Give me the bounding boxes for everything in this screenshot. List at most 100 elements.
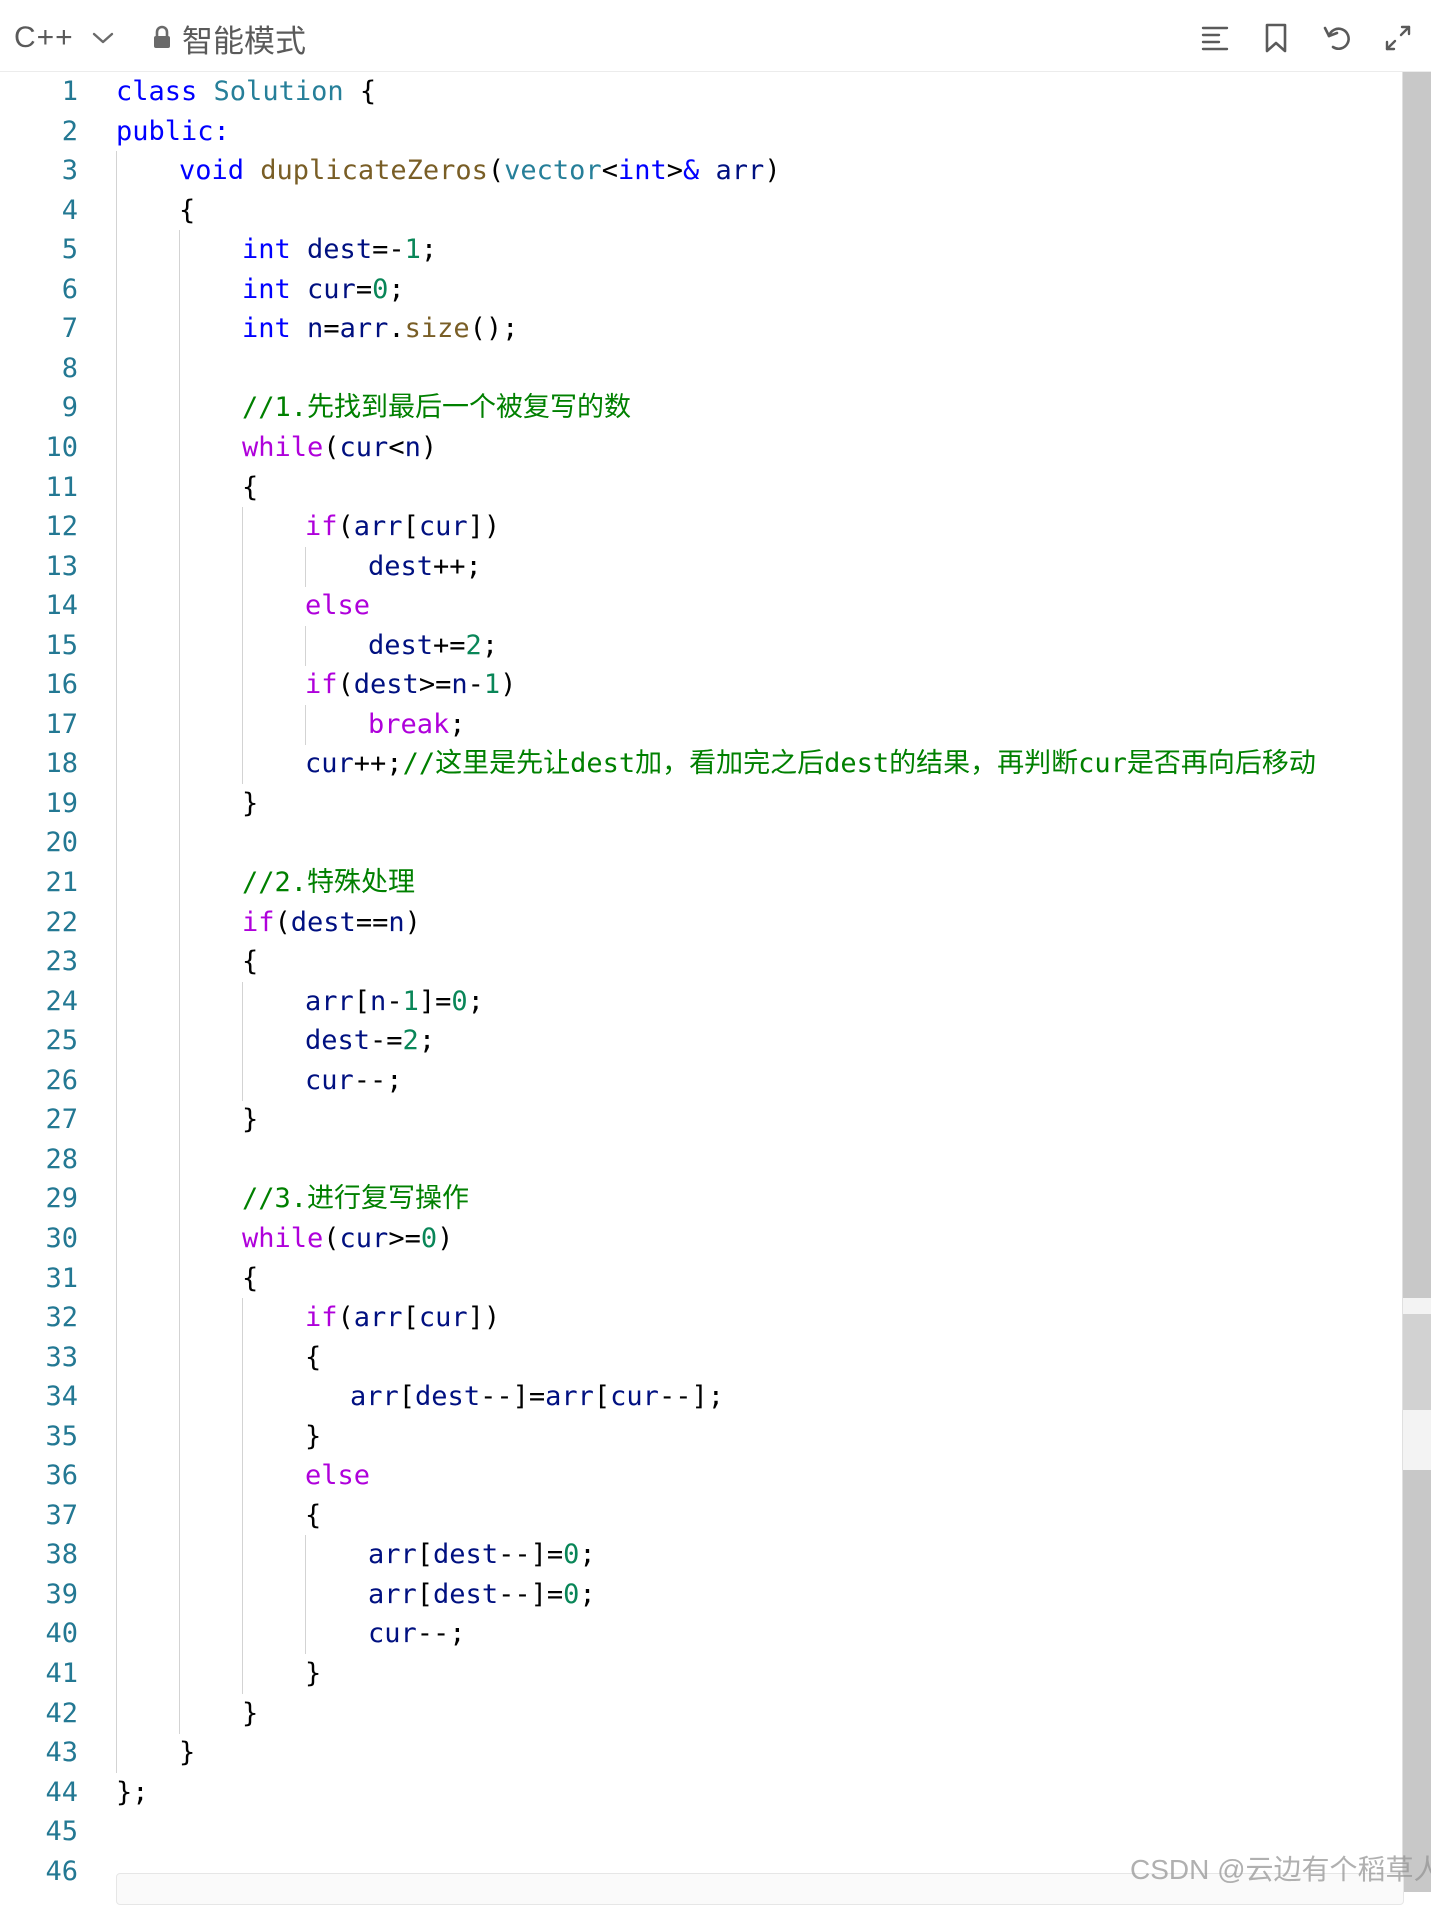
code-line[interactable]: 29 //3.进行复写操作 [0,1179,1402,1220]
code-token: -= [370,1025,403,1057]
indent-guide [242,1614,243,1655]
code-token: - [467,669,484,701]
code-line[interactable]: 44}; [0,1773,1402,1813]
line-number: 2 [61,115,78,147]
indent-guide [116,348,117,389]
line-number: 25 [45,1025,78,1057]
indent-guide [179,467,180,508]
code-line[interactable]: 23 { [0,942,1402,983]
indent-guide [179,1495,180,1536]
indent-guide [116,1416,117,1457]
code-line[interactable]: 38 arr[dest--]=0; [0,1535,1402,1576]
indent-guide [116,823,117,864]
indent-guide [116,1021,117,1062]
expand-icon[interactable] [1378,18,1418,58]
line-number: 7 [61,313,78,345]
code-token: (); [469,313,519,345]
code-line[interactable]: 1 class Solution { [0,72,1402,112]
line-number: 31 [45,1262,78,1294]
code-token: } [242,787,259,819]
code-token: else [305,590,371,622]
code-line[interactable]: 25 dest-=2; [0,1021,1402,1062]
code-line[interactable]: 7 int n=arr.size(); [0,309,1402,350]
code-line[interactable]: 43} [0,1733,1402,1774]
code-token: ]) [467,511,501,543]
indent-guide [179,981,180,1022]
code-token: - [386,985,403,1017]
code-token: ]= [418,985,452,1017]
line-number: 1 [61,76,78,107]
code-line[interactable]: 45 [0,1812,1402,1852]
code-line[interactable]: 5 int dest=-1; [0,230,1402,271]
code-line[interactable]: 14 else [0,586,1402,627]
code-line[interactable]: 20 [0,823,1402,864]
code-line[interactable]: 17 break; [0,704,1402,745]
code-line[interactable]: 37 { [0,1495,1402,1536]
code-text: { [305,1338,321,1378]
indent-guide [116,1298,117,1339]
code-line[interactable]: 8 [0,348,1402,389]
indent-guide [242,586,243,627]
indent-guide [116,981,117,1022]
undo-icon[interactable] [1317,18,1357,58]
code-line[interactable]: 4{ [0,190,1402,231]
code-line[interactable]: 41} [0,1654,1402,1694]
code-line[interactable]: 11 { [0,467,1402,508]
code-line[interactable]: 22 if(dest==n) [0,902,1402,943]
indent-guide [179,1139,180,1180]
code-line[interactable]: 6 int cur=0; [0,269,1402,310]
code-text: public: [116,112,230,152]
code-line[interactable]: 35} [0,1416,1402,1457]
code-line[interactable]: 36 else [0,1456,1402,1497]
code-line[interactable]: 40 cur--; [0,1614,1402,1655]
code-line[interactable]: 42} [0,1693,1402,1734]
line-number: 36 [45,1460,78,1492]
code-line[interactable]: 32 if(arr[cur]) [0,1298,1402,1339]
indent-guide [116,1654,117,1694]
code-line[interactable]: 13 dest++; [0,546,1402,587]
code-line[interactable]: 27} [0,1100,1402,1141]
bookmark-icon[interactable] [1256,18,1296,58]
code-line[interactable]: 30 while(cur>=0) [0,1218,1402,1259]
code-line[interactable]: 33 { [0,1337,1402,1378]
indent-guide [179,863,180,903]
indent-guide [179,942,180,983]
code-line[interactable]: 18 cur++;//这里是先让dest加，看加完之后dest的结果，再判断cur… [0,744,1402,785]
code-line[interactable]: 24 arr[n-1]=0; [0,981,1402,1022]
code-line[interactable]: 15 dest+=2; [0,625,1402,666]
indent-guide [179,1337,180,1378]
code-token: //1.先找到最后一个被复写的数 [242,392,632,424]
code-token: cur [610,1381,659,1413]
code-line[interactable]: 34 arr[dest--]=arr[cur--]; [0,1377,1402,1418]
code-token: ; [481,629,499,661]
code-token: ) [437,1222,454,1254]
code-line[interactable]: 28 [0,1139,1402,1180]
code-line[interactable]: 39 arr[dest--]=0; [0,1574,1402,1615]
code-token: public: [116,115,230,147]
code-line[interactable]: 10 while(cur<n) [0,427,1402,468]
indent-guide [242,665,243,706]
indent-guide [116,507,117,548]
code-line[interactable]: 19} [0,783,1402,824]
code-line[interactable]: 2 public: [0,112,1402,152]
code-line[interactable]: 12 if(arr[cur]) [0,507,1402,548]
code-editor[interactable]: 1 class Solution {2 public: 3 void duplicate… [0,72,1402,1892]
indent-guide [242,1298,243,1339]
code-token: break [368,708,450,740]
vertical-scrollbar[interactable] [1402,72,1431,1892]
line-number: 27 [45,1104,78,1136]
code-text: dest+=2; [368,626,498,666]
scrollbar-thumb[interactable] [1403,72,1431,1298]
code-line[interactable]: 16 if(dest>=n-1) [0,665,1402,706]
format-align-icon[interactable] [1195,18,1235,58]
line-number: 10 [45,431,78,463]
code-line[interactable]: 21 //2.特殊处理 [0,863,1402,903]
indent-guide [179,309,180,350]
code-token: n [307,313,324,345]
code-line[interactable]: 9 //1.先找到最后一个被复写的数 [0,388,1402,429]
code-line[interactable]: 26 cur--; [0,1060,1402,1101]
code-text: { [242,942,258,982]
code-line[interactable]: 3 void duplicateZeros(vector<int>& arr) [0,151,1402,192]
code-line[interactable]: 31 { [0,1258,1402,1299]
